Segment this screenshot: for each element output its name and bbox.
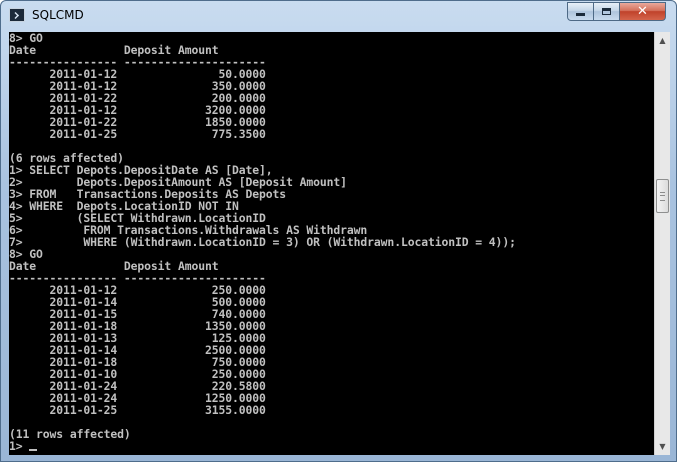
minimize-icon — [576, 13, 585, 16]
maximize-button[interactable] — [593, 2, 620, 21]
console-line: 2011-01-25 775.3500 — [9, 127, 266, 141]
window-title: SQLCMD — [32, 8, 84, 22]
grip-icon — [660, 192, 665, 201]
minimize-button[interactable] — [567, 2, 594, 21]
maximize-icon — [602, 8, 611, 15]
console-lines: 8> GO Date Deposit Amount ----------------… — [9, 32, 654, 452]
scroll-up-button[interactable]: ▲ — [655, 32, 670, 49]
title-bar[interactable]: SQLCMD ✕ — [1, 1, 676, 31]
vertical-scrollbar[interactable]: ▲ ▼ — [654, 32, 670, 455]
scrollbar-thumb[interactable] — [656, 179, 669, 213]
console-app-icon[interactable] — [9, 8, 25, 22]
command-prompt[interactable]: 1> — [9, 440, 654, 452]
console-line: 7> WHERE (Withdrawn.LocationID = 3) OR (… — [9, 235, 516, 249]
console-line: 2011-01-25 3155.0000 — [9, 403, 266, 417]
console-window: SQLCMD ✕ 8> GO Date Deposit Amount -------… — [0, 0, 677, 462]
console-line: (11 rows affected) — [9, 427, 131, 441]
text-cursor — [29, 449, 38, 451]
close-icon: ✕ — [637, 4, 648, 19]
scroll-down-button[interactable]: ▼ — [655, 438, 670, 455]
scroll-down-arrow-icon: ▼ — [659, 442, 666, 451]
prompt-text: 1> — [9, 439, 30, 453]
scroll-up-arrow-icon: ▲ — [659, 36, 666, 45]
close-button[interactable]: ✕ — [619, 2, 666, 21]
console-output[interactable]: 8> GO Date Deposit Amount ----------------… — [9, 32, 654, 455]
